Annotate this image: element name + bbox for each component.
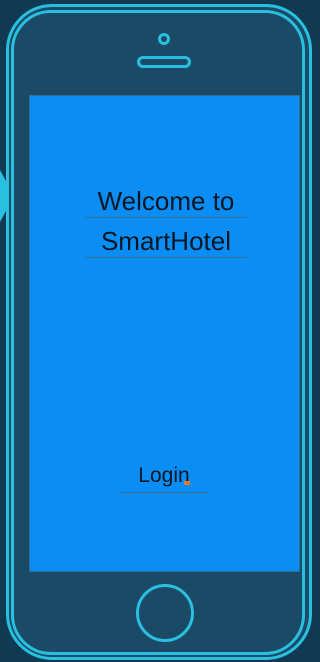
phone-screen <box>29 95 300 572</box>
cursor-marker-icon <box>184 481 190 485</box>
login-link[interactable]: Login <box>120 463 208 493</box>
home-button[interactable] <box>136 584 194 642</box>
camera-icon <box>158 33 170 45</box>
welcome-title-line-1: Welcome to <box>85 186 247 218</box>
speaker-icon <box>137 56 191 68</box>
welcome-title-line-2: SmartHotel <box>85 226 247 258</box>
